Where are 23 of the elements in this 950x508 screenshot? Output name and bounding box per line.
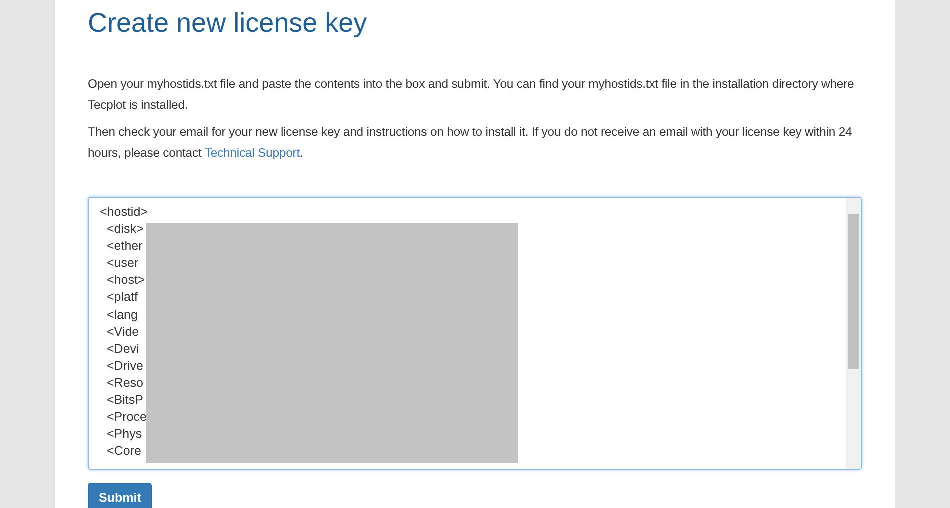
text-line: <host> [107,272,146,290]
text-line: <platf [107,289,138,306]
submit-button[interactable]: Submit [88,483,152,508]
text-line: <Devi [107,340,140,358]
scrollbar-thumb[interactable] [848,214,859,369]
page-title: Create new license key [88,7,368,40]
instruction-text: Then check your email for your new license key and instructions on how to install it. If you do not receive an email with your license key within 24 hours, please contact Technical Support. [88,124,854,162]
hostids-text-area[interactable]: <hostid> <disk> <ether <user <host> <platf <lang <Vide <Devi <Drive <Reso <BitsP <Proce <Phys <Core [88,197,862,470]
text-line: <lang [107,306,138,324]
text-line: <disk> [107,221,144,238]
text-line: <Reso [107,374,144,392]
support-link[interactable]: Technical Support [204,146,300,160]
text-line: <Drive [107,358,144,375]
text-line: <Vide [107,324,140,341]
text-line: <Proce [107,409,147,426]
text-line: <Core [107,443,142,460]
text-line: <user [107,255,139,272]
scrollbar[interactable] [846,198,861,469]
text-line: <Phys [107,426,142,444]
text-line: <hostid> [100,204,148,221]
text-line: <ether [107,238,143,256]
instruction-text: Open your myhostids.txt file and paste the contents into the box and submit. You can find your myhostids.txt file in the installation directory where Tecplot is installed. [88,76,856,114]
text-line: <BitsP [107,392,144,410]
